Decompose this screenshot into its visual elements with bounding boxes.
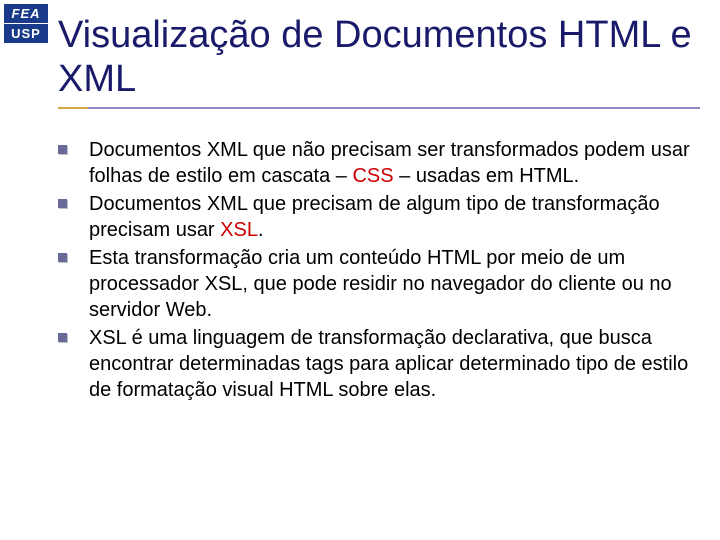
square-bullet-icon — [58, 333, 67, 342]
highlight-text: CSS — [352, 165, 393, 187]
square-bullet-icon — [58, 199, 67, 208]
logo-bottom-text: USP — [4, 24, 48, 43]
list-item-text: Documentos XML que não precisam ser tran… — [89, 137, 690, 189]
text-segment: Esta transformação cria um conteúdo HTML… — [89, 247, 672, 321]
list-item-text: Esta transformação cria um conteúdo HTML… — [89, 245, 690, 323]
square-bullet-icon — [58, 145, 67, 154]
list-item: Documentos XML que precisam de algum tip… — [58, 191, 690, 243]
title-underline — [58, 107, 700, 109]
text-segment: Documentos XML que precisam de algum tip… — [89, 193, 660, 241]
list-item: Esta transformação cria um conteúdo HTML… — [58, 245, 690, 323]
text-segment: – usadas em HTML. — [394, 165, 580, 187]
slide-title: Visualização de Documentos HTML e XML — [0, 0, 720, 107]
logo: FEA USP — [4, 4, 48, 43]
list-item: XSL é uma linguagem de transformação dec… — [58, 325, 690, 403]
highlight-text: XSL — [220, 219, 258, 241]
list-item-text: Documentos XML que precisam de algum tip… — [89, 191, 690, 243]
text-segment: XSL é uma linguagem de transformação dec… — [89, 327, 688, 401]
square-bullet-icon — [58, 253, 67, 262]
text-segment: . — [258, 219, 264, 241]
list-item: Documentos XML que não precisam ser tran… — [58, 137, 690, 189]
logo-top-text: FEA — [4, 4, 48, 24]
list-item-text: XSL é uma linguagem de transformação dec… — [89, 325, 690, 403]
slide-body: Documentos XML que não precisam ser tran… — [0, 109, 720, 403]
